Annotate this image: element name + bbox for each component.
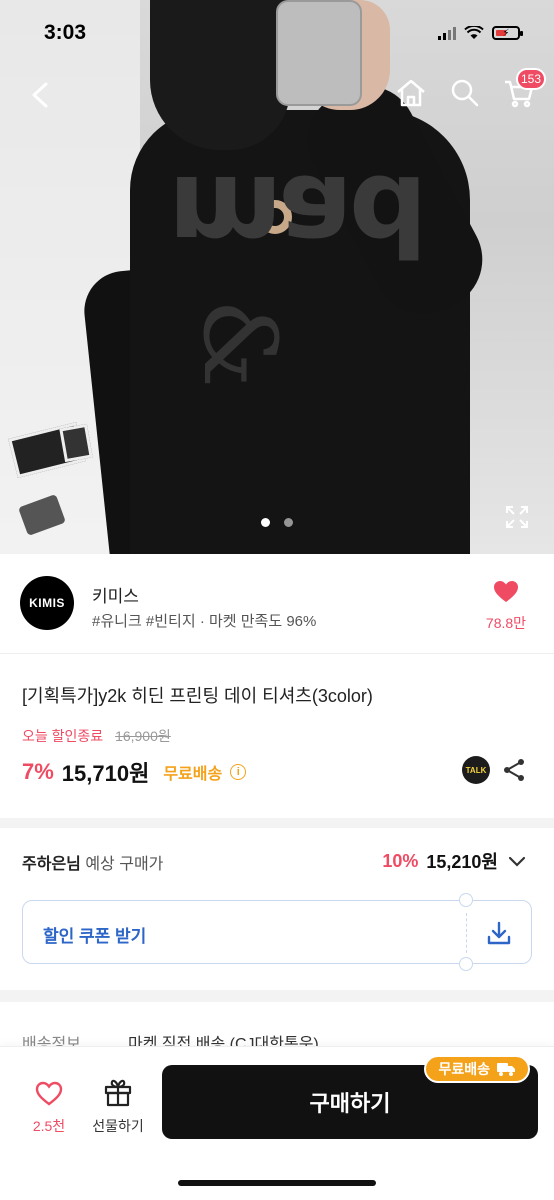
shop-like-button[interactable]: 78.8만 [478,580,534,633]
coupon-button[interactable]: 할인 쿠폰 받기 [22,893,532,971]
discount-rate: 7% [22,759,54,784]
top-nav: 153 [0,68,554,120]
talk-icon[interactable]: TALK [462,756,490,784]
home-icon[interactable] [394,76,428,110]
shirt-print-text: mad [168,151,424,279]
wifi-icon [464,26,484,39]
download-icon[interactable] [485,919,513,947]
shop-logo[interactable]: KIMIS [20,576,74,630]
gift-button[interactable]: 선물하기 [90,1077,146,1136]
expected-discount: 10% [382,850,419,871]
truck-icon [497,1063,515,1076]
free-shipping-badge-text: 무료배송 [438,1061,490,1077]
section-divider [0,818,554,828]
free-shipping-badge: 무료배송 [424,1055,530,1083]
search-icon[interactable] [448,76,482,110]
bottom-action-bar: 2.5천 선물하기 구매하기 무료배송 [0,1046,554,1200]
back-icon[interactable] [26,78,56,112]
signal-icon [438,26,456,40]
gift-label: 선물하기 [92,1118,144,1134]
sale-end-label: 오늘 할인종료 [22,728,104,744]
gallery-pagination [0,518,554,527]
status-time: 3:03 [44,21,87,44]
chevron-down-icon[interactable] [506,850,528,872]
original-price: 16,900원 [115,728,171,744]
shirt-print-amp: & [181,298,299,389]
coupon-notch-bottom [459,957,473,971]
product-info: [기획특가]y2k 히딘 프린팅 데이 티셔츠(3color) 오늘 할인종료 … [0,654,554,818]
coupon-separator [466,913,467,953]
share-icon[interactable] [502,758,526,782]
shop-name[interactable]: 키미스 [92,582,139,607]
section-divider-2 [0,990,554,1002]
gallery-dot-active[interactable] [261,518,270,527]
status-icons: ⚡ [438,26,523,40]
expected-price-text: 예상 구매가 [80,856,164,873]
wish-button[interactable]: 2.5천 [26,1081,72,1136]
expected-price-value: 10% 15,210원 [382,848,528,874]
home-indicator [178,1180,376,1186]
shop-row[interactable]: KIMIS 키미스 #유니크 #빈티지 · 마켓 만족도 96% 78.8만 [0,554,554,654]
gallery-dot[interactable] [284,518,293,527]
expected-price: 15,210원 [426,852,498,872]
status-bar: 3:03 ⚡ [0,0,554,66]
coupon-notch-top [459,893,473,907]
sale-row: 오늘 할인종료 16,900원 [22,726,171,746]
free-shipping-label: 무료배송 [163,766,223,783]
cart-icon[interactable]: 153 [502,68,546,110]
shop-tags: #유니크 #빈티지 · 마켓 만족도 96% [92,613,317,630]
expand-icon[interactable] [504,504,530,530]
battery-icon: ⚡ [492,26,523,40]
expected-price-label: 주하은님 예상 구매가 [22,850,163,874]
gift-icon [104,1079,132,1107]
product-title: [기획특가]y2k 히딘 프린팅 데이 티셔츠(3color) [22,686,373,706]
shop-like-count: 78.8만 [485,615,527,631]
info-icon[interactable]: i [230,764,247,780]
wish-count: 2.5천 [32,1118,66,1134]
expected-price-row[interactable]: 주하은님 예상 구매가 10% 15,210원 [0,828,554,894]
heart-outline-icon [35,1081,63,1106]
sale-price: 15,710원 [61,761,150,786]
coupon-label: 할인 쿠폰 받기 [43,927,147,946]
user-name: 주하은님 [22,856,81,873]
price-row: 7% 15,710원 무료배송 i [22,756,247,788]
wall-sign-small [59,423,93,463]
cart-count-badge: 153 [515,68,546,90]
heart-icon [494,581,518,602]
